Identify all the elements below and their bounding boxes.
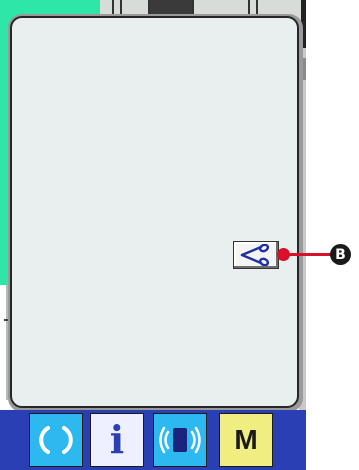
- ready-button[interactable]: [29, 413, 83, 467]
- communication-icon: [159, 426, 201, 454]
- popup-dialog: [10, 16, 299, 408]
- scissors-icon: [240, 244, 270, 266]
- information-icon: i: [109, 417, 125, 462]
- communication-button[interactable]: [153, 413, 207, 467]
- thread-trim-button[interactable]: [233, 241, 279, 269]
- callout-dot: [277, 248, 290, 261]
- callout-badge-b: B: [330, 244, 351, 265]
- information-button[interactable]: i: [90, 413, 144, 467]
- mode-label: M: [234, 424, 258, 455]
- ready-cycle-icon: [39, 426, 73, 454]
- bottom-navbar: i M: [0, 410, 306, 470]
- mode-button[interactable]: M: [219, 413, 273, 467]
- panel-screen: i M: [0, 0, 306, 470]
